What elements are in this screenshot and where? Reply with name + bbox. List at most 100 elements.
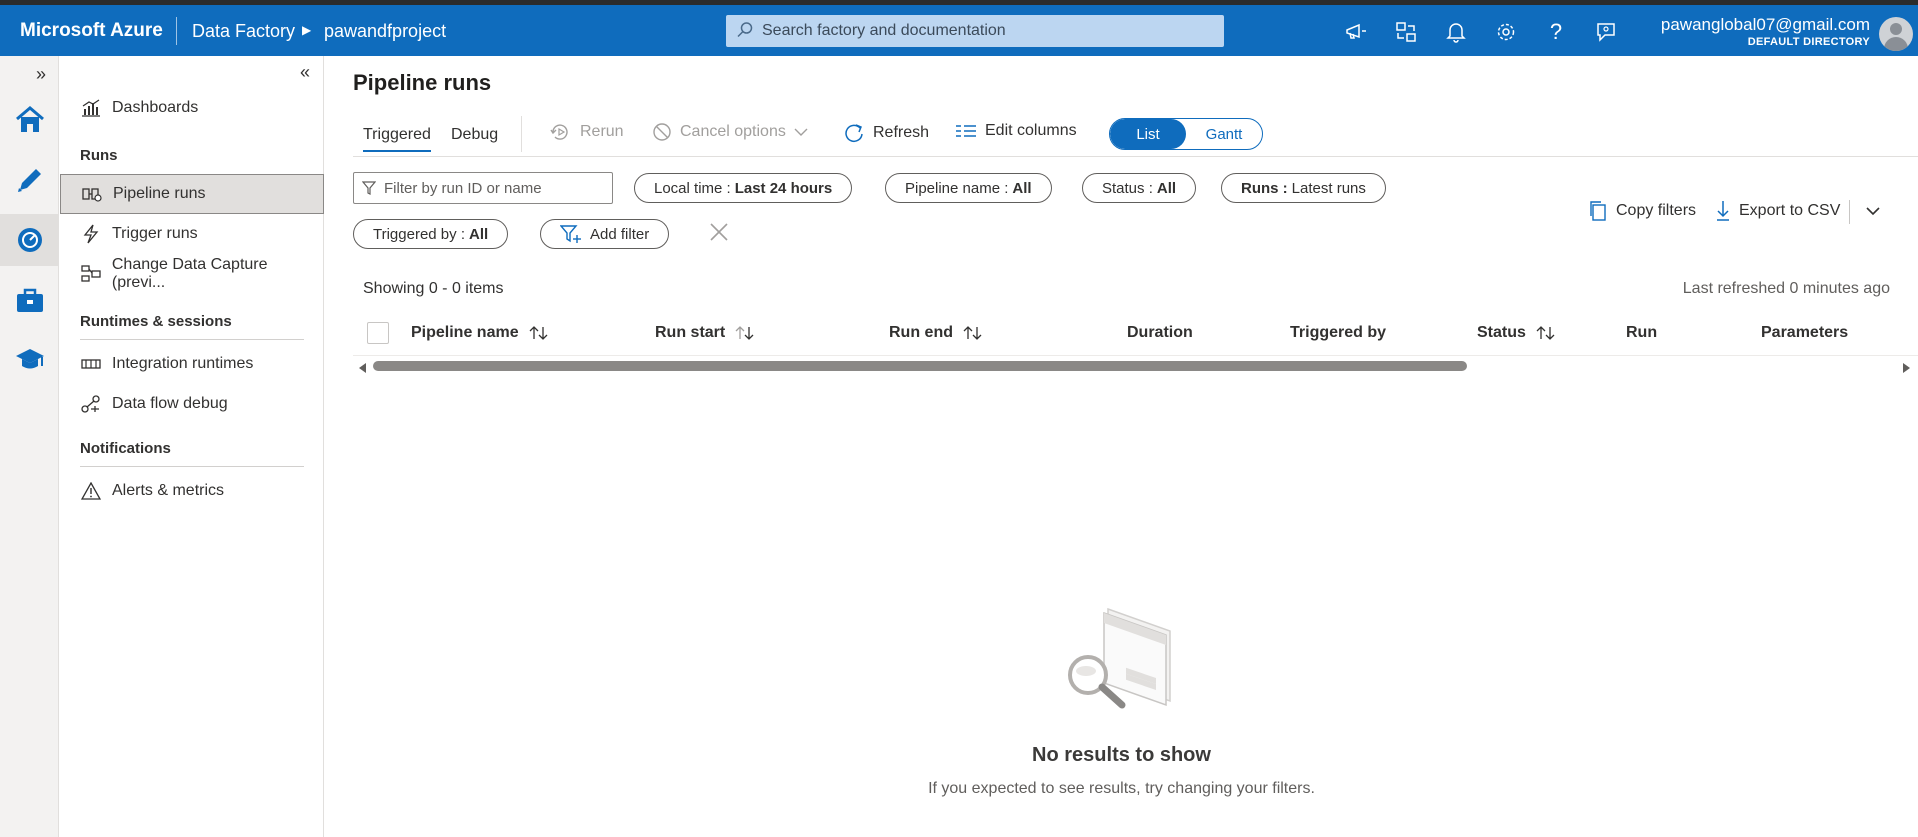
- rerun-label: Rerun: [580, 123, 624, 140]
- copy-icon: [1588, 200, 1608, 222]
- pipeline-runs-icon: [81, 184, 103, 204]
- column-run-end[interactable]: Run end: [889, 324, 983, 342]
- triggered-by-filter-label: Triggered by :: [373, 225, 465, 243]
- column-triggered-by[interactable]: Triggered by: [1290, 324, 1386, 342]
- toolbar-divider: [521, 116, 522, 152]
- home-icon[interactable]: [0, 94, 59, 146]
- nav-trigger-runs[interactable]: Trigger runs: [60, 214, 324, 254]
- column-parameters[interactable]: Parameters: [1761, 324, 1848, 342]
- column-duration[interactable]: Duration: [1127, 324, 1193, 342]
- runs-grid-header: Pipeline name Run start Run end Duration…: [353, 312, 1918, 356]
- runs-filter[interactable]: Runs : Latest runs: [1221, 173, 1386, 203]
- tab-triggered[interactable]: Triggered: [363, 126, 431, 152]
- learning-cap-icon[interactable]: [0, 334, 59, 386]
- side-navigation: « Dashboards Runs Pipeline runs Trigger …: [60, 56, 324, 837]
- column-pipeline-name-label: Pipeline name: [411, 324, 519, 341]
- help-icon[interactable]: ?: [1543, 19, 1569, 45]
- local-time-filter-label: Local time :: [654, 179, 731, 197]
- left-rail: »: [0, 56, 59, 837]
- scrollbar-thumb[interactable]: [373, 361, 1467, 371]
- dashboard-chart-icon: [80, 98, 102, 118]
- edit-columns-button[interactable]: Edit columns: [955, 122, 1077, 140]
- nav-dashboards[interactable]: Dashboards: [60, 88, 324, 128]
- chevron-down-icon: [794, 127, 808, 137]
- runtimes-divider: [80, 339, 304, 340]
- local-time-filter[interactable]: Local time : Last 24 hours: [634, 173, 853, 203]
- export-csv-button[interactable]: Export to CSV: [1715, 200, 1840, 222]
- global-search-input[interactable]: Search factory and documentation: [726, 15, 1224, 47]
- tab-debug[interactable]: Debug: [451, 126, 498, 144]
- edit-columns-icon: [955, 122, 977, 140]
- status-filter[interactable]: Status : All: [1082, 173, 1197, 203]
- breadcrumb-factory-name[interactable]: pawandfproject: [324, 21, 446, 42]
- triggered-by-filter[interactable]: Triggered by : All: [353, 219, 509, 249]
- trigger-lightning-icon: [80, 224, 102, 244]
- change-data-capture-icon: [80, 264, 102, 284]
- expand-rail-icon[interactable]: »: [36, 64, 46, 85]
- results-count: Showing 0 - 0 items: [363, 280, 504, 297]
- run-filter-input[interactable]: Filter by run ID or name: [353, 172, 613, 204]
- feedback-icon[interactable]: [1593, 19, 1619, 45]
- runs-filter-value: Latest runs: [1291, 179, 1366, 197]
- view-toggle: List Gantt: [1109, 118, 1263, 150]
- nav-dashboards-label: Dashboards: [112, 99, 199, 116]
- add-filter-button[interactable]: Add filter: [540, 219, 670, 249]
- nav-data-flow-debug[interactable]: Data flow debug: [60, 384, 324, 424]
- pipeline-name-filter[interactable]: Pipeline name : All: [885, 173, 1052, 203]
- column-status[interactable]: Status: [1477, 324, 1556, 342]
- rerun-button[interactable]: Rerun: [550, 122, 624, 142]
- collapse-nav-icon[interactable]: «: [300, 62, 310, 83]
- view-list-option[interactable]: List: [1110, 119, 1186, 149]
- avatar[interactable]: [1879, 17, 1913, 51]
- sort-arrows-icon[interactable]: [1536, 325, 1556, 341]
- warning-triangle-icon: [80, 481, 102, 501]
- nav-alerts-metrics[interactable]: Alerts & metrics: [60, 471, 324, 511]
- column-run-end-label: Run end: [889, 324, 953, 341]
- nav-integration-runtimes[interactable]: Integration runtimes: [60, 344, 324, 384]
- author-pencil-icon[interactable]: [0, 154, 59, 206]
- horizontal-scrollbar[interactable]: [353, 359, 1918, 373]
- nav-data-flow-debug-label: Data flow debug: [112, 395, 228, 412]
- column-run[interactable]: Run: [1626, 324, 1657, 342]
- runs-filter-label: Runs :: [1241, 179, 1288, 197]
- pipeline-name-filter-label: Pipeline name :: [905, 179, 1009, 197]
- clear-filters-close-icon[interactable]: [709, 222, 729, 247]
- nav-pipeline-runs[interactable]: Pipeline runs: [60, 174, 324, 214]
- edit-columns-label: Edit columns: [985, 122, 1077, 139]
- refresh-icon: [843, 122, 865, 144]
- add-filter-icon: [560, 224, 582, 244]
- refresh-button[interactable]: Refresh: [843, 122, 929, 144]
- scroll-right-arrow-icon[interactable]: [1902, 361, 1912, 379]
- select-all-checkbox[interactable]: [367, 322, 389, 344]
- export-divider: [1849, 200, 1850, 224]
- switch-icon[interactable]: [1393, 19, 1419, 45]
- view-gantt-option[interactable]: Gantt: [1186, 119, 1262, 149]
- cancel-options-label: Cancel options: [680, 123, 786, 140]
- announcement-icon[interactable]: [1343, 19, 1369, 45]
- more-chevron-down-icon[interactable]: [1865, 204, 1881, 222]
- header-divider: [176, 17, 177, 45]
- account-menu[interactable]: pawanglobal07@gmail.com DEFAULT DIRECTOR…: [1661, 15, 1870, 48]
- breadcrumb-data-factory[interactable]: Data Factory: [192, 21, 295, 42]
- scroll-left-arrow-icon[interactable]: [357, 361, 367, 379]
- cancel-options-button[interactable]: Cancel options: [652, 122, 808, 142]
- copy-filters-button[interactable]: Copy filters: [1588, 200, 1696, 222]
- download-arrow-icon: [1715, 200, 1731, 222]
- notification-bell-icon[interactable]: [1443, 19, 1469, 45]
- sort-arrows-icon[interactable]: [735, 325, 755, 341]
- settings-gear-icon[interactable]: [1493, 19, 1519, 45]
- data-flow-debug-icon: [80, 394, 102, 414]
- column-pipeline-name[interactable]: Pipeline name: [411, 324, 549, 342]
- sort-arrows-icon[interactable]: [963, 325, 983, 341]
- brand-title[interactable]: Microsoft Azure: [20, 20, 163, 42]
- column-run-start-label: Run start: [655, 324, 726, 341]
- cancel-circle-icon: [652, 122, 672, 142]
- integration-runtime-icon: [80, 354, 102, 374]
- column-run-start[interactable]: Run start: [655, 324, 755, 342]
- main-content: Pipeline runs Triggered Debug Rerun Canc…: [325, 56, 1918, 837]
- sort-arrows-icon[interactable]: [529, 325, 549, 341]
- monitor-icon[interactable]: [0, 214, 59, 266]
- nav-change-data-capture[interactable]: Change Data Capture (previ...: [60, 254, 324, 294]
- filter-funnel-icon: [362, 181, 376, 195]
- manage-toolbox-icon[interactable]: [0, 274, 59, 326]
